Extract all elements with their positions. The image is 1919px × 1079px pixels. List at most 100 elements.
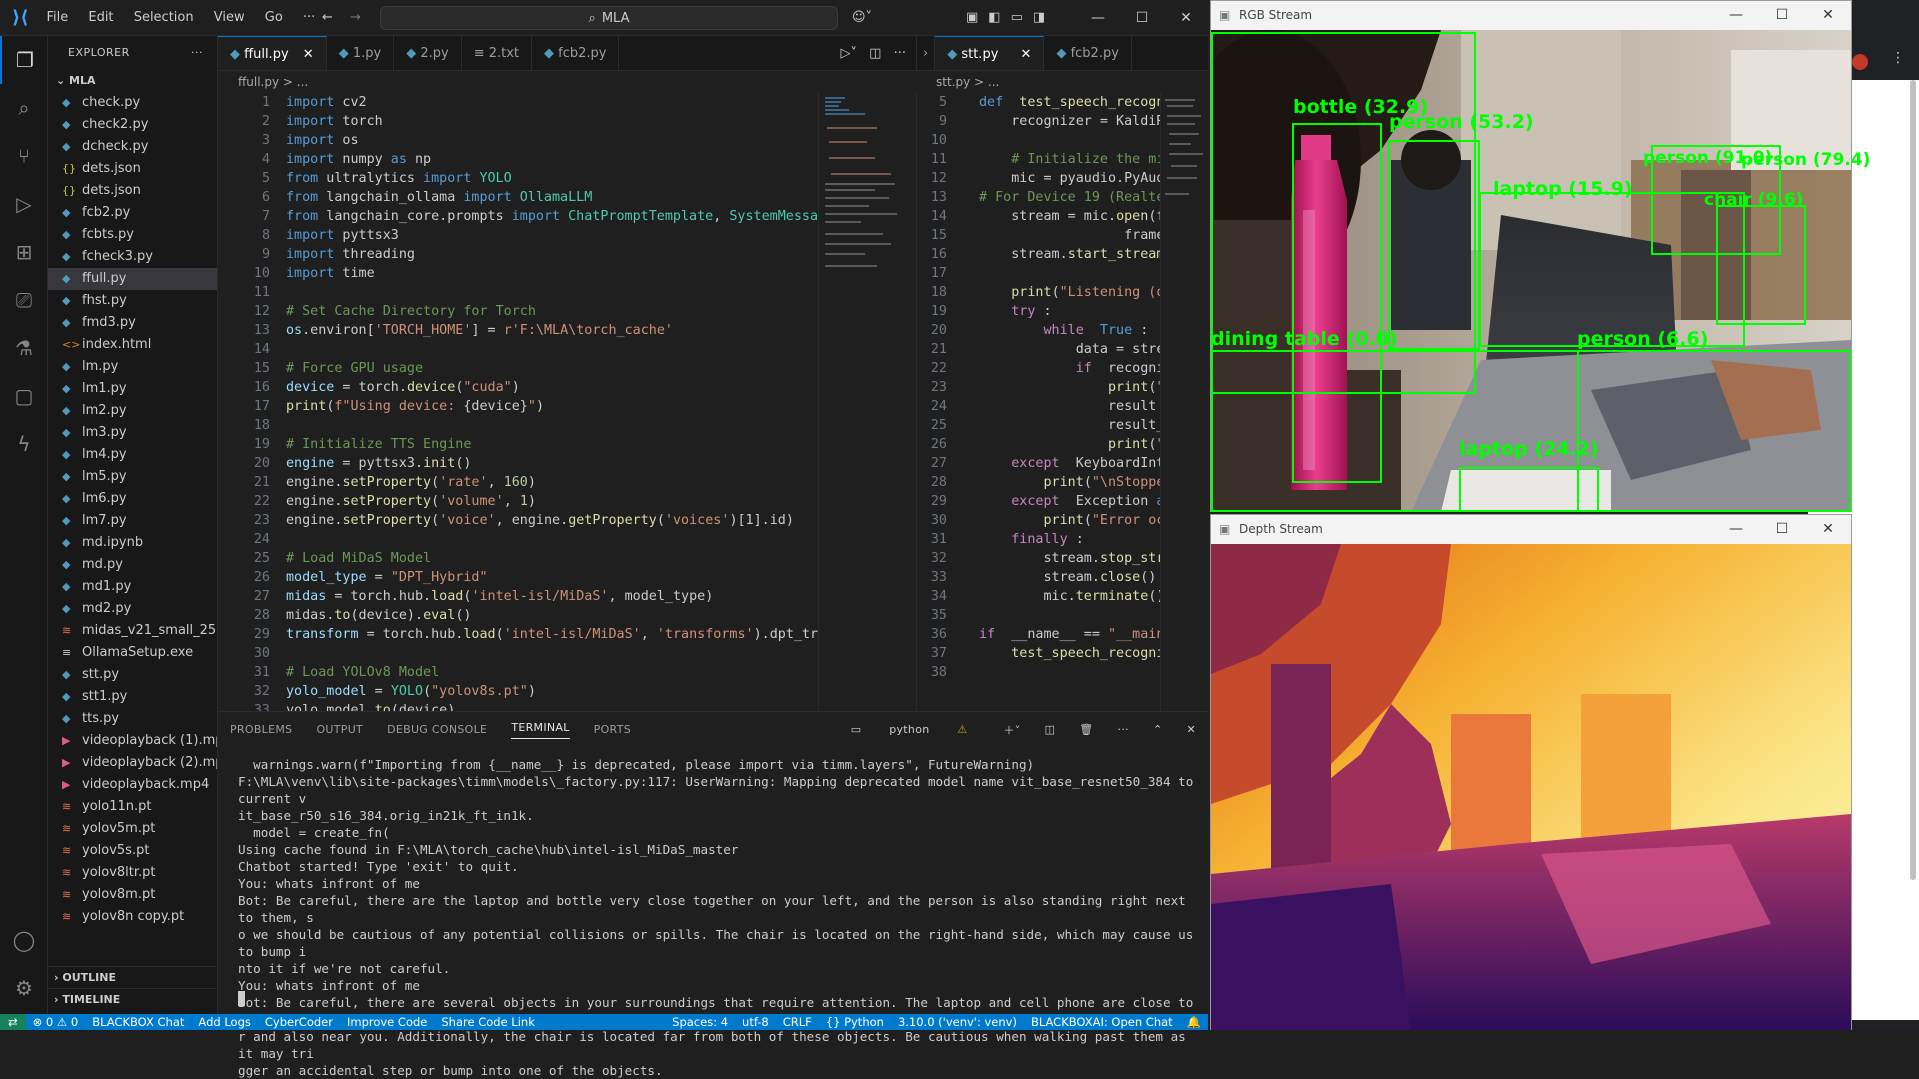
file-item[interactable]: ◆ lm.py: [48, 356, 217, 378]
file-item[interactable]: ▶ videoplayback.mp4: [48, 774, 217, 796]
file-item[interactable]: ≡ OllamaSetup.exe: [48, 642, 217, 664]
file-item[interactable]: ◆ fcb2.py: [48, 202, 217, 224]
code-line[interactable]: stream.stop_str: [979, 549, 1160, 568]
search-icon[interactable]: ⌕: [0, 84, 48, 132]
cybercoder-status[interactable]: CyberCoder: [265, 1014, 333, 1030]
blackbox-chat-status[interactable]: BLACKBOX Chat: [92, 1014, 184, 1030]
code-line[interactable]: import torch: [286, 112, 818, 131]
code-line[interactable]: [979, 606, 1160, 625]
maximize-icon[interactable]: ☐: [1759, 515, 1805, 543]
tab-1-py[interactable]: ◆ 1.py: [327, 36, 395, 70]
breadcrumb[interactable]: ffull.py > ...: [218, 71, 308, 93]
terminal-shell-selector[interactable]: ▭ python ⚠: [839, 723, 980, 736]
code-line[interactable]: print(": [979, 378, 1160, 397]
blackboxai-open-chat-status[interactable]: BLACKBOXAI: Open Chat: [1031, 1014, 1173, 1030]
code-line[interactable]: [286, 530, 818, 549]
file-item[interactable]: ≋ yolov8n copy.pt: [48, 906, 217, 928]
tab-debug-console[interactable]: DEBUG CONSOLE: [387, 723, 487, 736]
split-terminal-icon[interactable]: ◫: [1045, 723, 1056, 736]
code-line[interactable]: import threading: [286, 245, 818, 264]
code-line[interactable]: stream = mic.open(fo: [979, 207, 1160, 226]
menu-more[interactable]: ···: [303, 10, 315, 25]
add-logs-status[interactable]: Add Logs: [198, 1014, 250, 1030]
indentation-status[interactable]: Spaces: 4: [672, 1014, 728, 1030]
code-line[interactable]: recognizer = KaldiRe: [979, 112, 1160, 131]
maximize-icon[interactable]: ☐: [1120, 0, 1164, 36]
code-line[interactable]: engine.setProperty('rate', 160): [286, 473, 818, 492]
encoding-status[interactable]: utf-8: [742, 1014, 769, 1030]
minimize-icon[interactable]: —: [1076, 0, 1120, 36]
code-line[interactable]: model_type = "DPT_Hybrid": [286, 568, 818, 587]
improve-code-status[interactable]: Improve Code: [347, 1014, 427, 1030]
file-item[interactable]: ≋ yolov8n.pt: [48, 928, 217, 932]
outline-section[interactable]: › OUTLINE: [48, 966, 218, 988]
maximize-icon[interactable]: ☐: [1759, 1, 1805, 29]
tab-problems[interactable]: PROBLEMS: [230, 723, 292, 736]
code-line[interactable]: import os: [286, 131, 818, 150]
tab-terminal[interactable]: TERMINAL: [511, 721, 570, 739]
code-line[interactable]: [286, 283, 818, 302]
file-item[interactable]: ≋ yolo11n.pt: [48, 796, 217, 818]
file-item[interactable]: ≋ yolov5m.pt: [48, 818, 217, 840]
code-line[interactable]: stream.start_stream: [979, 245, 1160, 264]
browser-menu-icon[interactable]: ⋮: [1891, 50, 1905, 66]
code-line[interactable]: import cv2: [286, 93, 818, 112]
code-line[interactable]: [979, 131, 1160, 150]
code-line[interactable]: import time: [286, 264, 818, 283]
code-line[interactable]: # Set Cache Directory for Torch: [286, 302, 818, 321]
share-code-link-status[interactable]: Share Code Link: [441, 1014, 535, 1030]
file-item[interactable]: ≋ yolov8ltr.pt: [48, 862, 217, 884]
file-item[interactable]: ◆ md2.py: [48, 598, 217, 620]
forward-arrow-icon[interactable]: →: [350, 10, 361, 25]
tab-2-txt[interactable]: ≡ 2.txt: [462, 36, 533, 70]
minimap[interactable]: [1160, 93, 1208, 711]
menu-file[interactable]: File: [46, 10, 68, 25]
code-line[interactable]: result_: [979, 416, 1160, 435]
code-line[interactable]: # Load MiDaS Model: [286, 549, 818, 568]
file-item[interactable]: ▶ videoplayback (1).mp4: [48, 730, 217, 752]
run-file-icon[interactable]: ▷˅: [841, 46, 858, 61]
tab-stt-py[interactable]: ◆ stt.py ✕: [935, 36, 1045, 70]
code-line[interactable]: finally:: [979, 530, 1160, 549]
tab-output[interactable]: OUTPUT: [316, 723, 363, 736]
code-line[interactable]: import numpy as np: [286, 150, 818, 169]
code-line[interactable]: engine.setProperty('volume', 1): [286, 492, 818, 511]
interpreter-status[interactable]: 3.10.0 ('venv': venv): [898, 1014, 1017, 1030]
code-line[interactable]: # Load YOLOv8 Model: [286, 663, 818, 682]
file-item[interactable]: {} dets.json: [48, 158, 217, 180]
code-line[interactable]: midas = torch.hub.load('intel-isl/MiDaS'…: [286, 587, 818, 606]
close-icon[interactable]: ✕: [1164, 0, 1208, 36]
back-arrow-icon[interactable]: ←: [322, 10, 333, 25]
file-item[interactable]: ◆ lm2.py: [48, 400, 217, 422]
code-line[interactable]: data = strea: [979, 340, 1160, 359]
new-terminal-icon[interactable]: ＋˅: [1003, 722, 1020, 738]
tab-2-py[interactable]: ◆ 2.py: [394, 36, 462, 70]
minimize-icon[interactable]: —: [1713, 515, 1759, 543]
code-line[interactable]: print("Listening (o: [979, 283, 1160, 302]
left-code-editor[interactable]: 1 2 3 4 5 6 7 8 9 10 11 12 13 14 15 16 17 18 19 20 21 22 23 24 2…: [218, 93, 818, 711]
code-line[interactable]: print(": [979, 435, 1160, 454]
timeline-section[interactable]: › TIMELINE: [48, 988, 218, 1010]
file-item[interactable]: ◆ md.ipynb: [48, 532, 217, 554]
browser-scrollbar[interactable]: [1910, 80, 1916, 880]
file-item[interactable]: ◆ check.py: [48, 92, 217, 114]
code-line[interactable]: device = torch.device("cuda"): [286, 378, 818, 397]
code-line[interactable]: except KeyboardInte: [979, 454, 1160, 473]
breadcrumb[interactable]: stt.py > ...: [916, 71, 999, 93]
code-line[interactable]: # Initialize the mi: [979, 150, 1160, 169]
menu-selection[interactable]: Selection: [134, 10, 194, 25]
browser-profile-avatar[interactable]: [1852, 54, 1868, 70]
code-line[interactable]: if __name__ == "__main_: [979, 625, 1160, 644]
code-line[interactable]: from ultralytics import YOLO: [286, 169, 818, 188]
file-item[interactable]: ◆ tts.py: [48, 708, 217, 730]
code-line[interactable]: stream.close(): [979, 568, 1160, 587]
run-debug-icon[interactable]: ▷: [0, 180, 48, 228]
tab-fcb2-py[interactable]: ◆ fcb2.py: [532, 36, 620, 70]
code-line[interactable]: transform = torch.hub.load('intel-isl/Mi…: [286, 625, 818, 644]
file-item[interactable]: ◆ ffull.py: [48, 268, 217, 290]
file-item[interactable]: ◆ fmd3.py: [48, 312, 217, 334]
file-item[interactable]: ≋ midas_v21_small_256...: [48, 620, 217, 642]
minimap[interactable]: [818, 93, 916, 711]
code-line[interactable]: import pyttsx3: [286, 226, 818, 245]
account-icon[interactable]: ◯: [0, 916, 48, 964]
